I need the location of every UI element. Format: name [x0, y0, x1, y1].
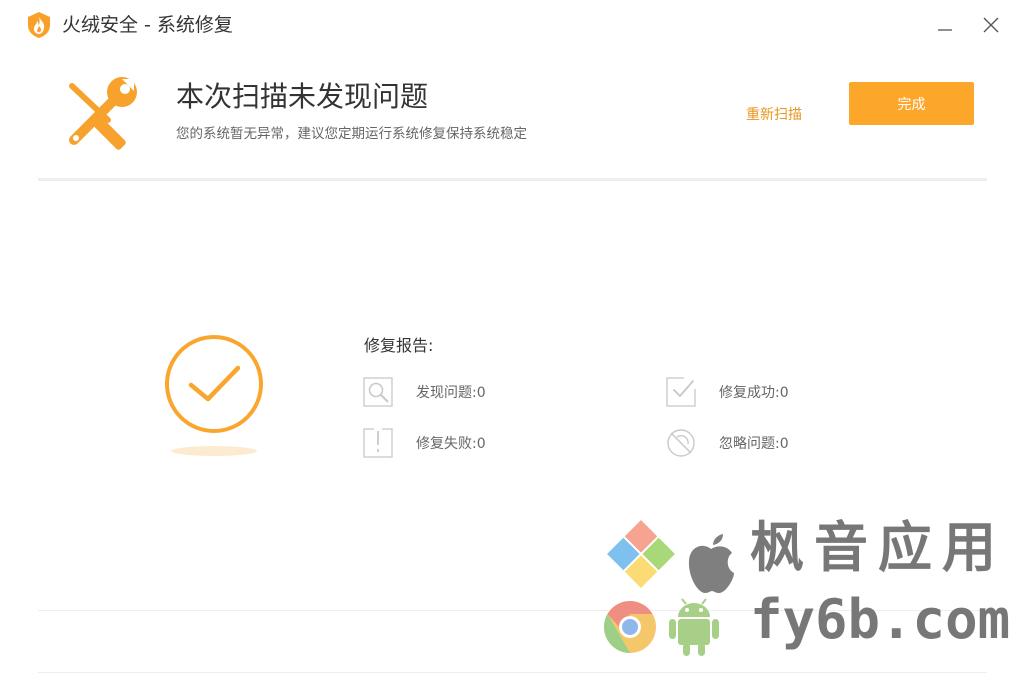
windows-logo-icon	[607, 520, 675, 588]
stat-ignored-label: 忽略问题:0	[719, 436, 789, 452]
checkbox-check-icon	[666, 377, 696, 407]
stat-fixed-label: 修复成功:0	[719, 385, 789, 401]
huorong-flame-logo-icon	[28, 12, 50, 38]
stat-ignored-problems: 忽略问题:0	[666, 428, 866, 460]
app-window: 火绒安全 - 系统修复 本次扫描未发现问题 您的系统暂无异常，建议您定期运行系统…	[0, 0, 1025, 675]
stat-found-label: 发现问题:0	[416, 385, 486, 401]
magnifier-icon	[363, 377, 393, 407]
scan-result-title: 本次扫描未发现问题	[176, 80, 429, 113]
report-title: 修复报告:	[364, 336, 434, 355]
stat-fixed-success: 修复成功:0	[666, 377, 866, 409]
exclamation-box-icon	[363, 428, 393, 458]
rescan-link[interactable]: 重新扫描	[746, 104, 802, 126]
done-button[interactable]: 完成	[849, 82, 974, 125]
bottom-divider	[38, 672, 987, 673]
watermark-text-url: fy6b.com	[750, 588, 1011, 651]
stat-fix-failed: 修复失败:0	[363, 428, 563, 460]
success-check-circle-icon	[165, 335, 263, 456]
watermark: 枫音应用 fy6b.com	[600, 515, 1010, 660]
wrench-screwdriver-icon	[69, 77, 137, 150]
stat-failed-label: 修复失败:0	[416, 436, 486, 452]
watermark-text-cn: 枫音应用	[750, 516, 1006, 579]
title-bar[interactable]: 火绒安全 - 系统修复	[0, 0, 1025, 50]
header-divider	[38, 178, 987, 181]
android-logo-icon	[669, 598, 719, 656]
apple-logo-icon	[688, 534, 734, 593]
ignore-circle-icon	[667, 429, 695, 457]
stat-found-problems: 发现问题:0	[363, 377, 563, 409]
close-icon[interactable]	[980, 14, 1002, 36]
minimize-icon[interactable]	[934, 14, 956, 36]
chrome-logo-icon	[604, 601, 656, 653]
window-title: 火绒安全 - 系统修复	[62, 14, 233, 36]
scan-result-subtitle: 您的系统暂无异常，建议您定期运行系统修复保持系统稳定	[176, 126, 527, 142]
